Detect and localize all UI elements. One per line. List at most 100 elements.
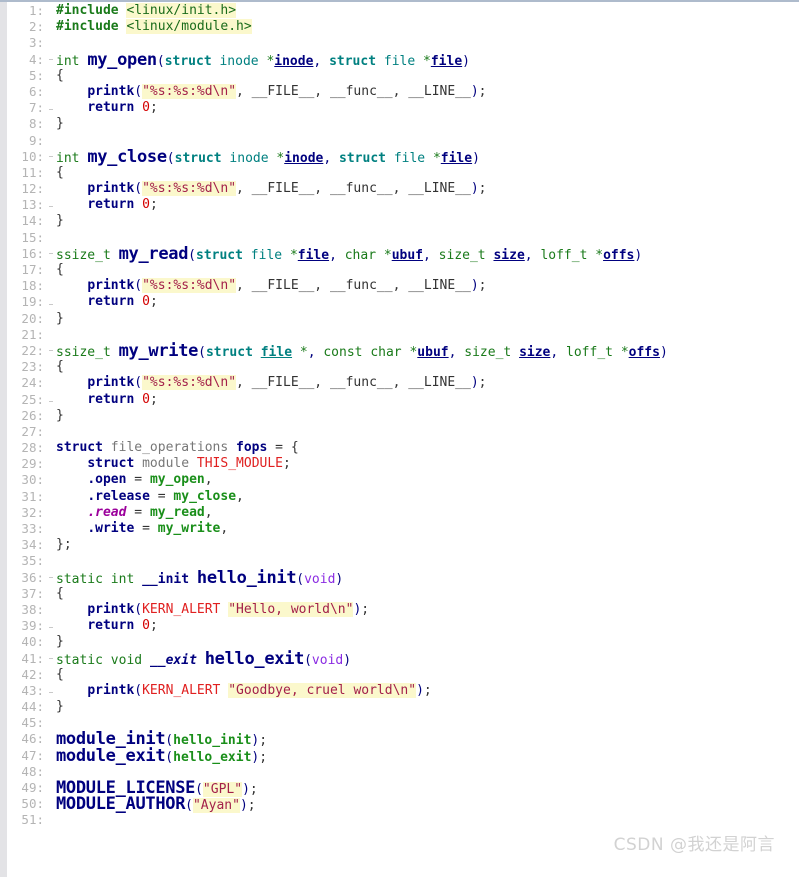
code-line[interactable]: 22: ssize_t my_write(struct file *, const…	[7, 342, 799, 360]
line-number: 48:	[21, 763, 44, 779]
code-line[interactable]: 28: struct file_operations fops = {	[7, 440, 799, 456]
code-line[interactable]: 31: .release = my_close,	[7, 489, 799, 505]
code-line[interactable]: 36: static int __init hello_init(void)	[7, 569, 799, 587]
code-line[interactable]: 38: printk(KERN_ALERT "Hello, world\n");	[7, 601, 799, 618]
token: )	[335, 571, 344, 587]
code-line[interactable]: 4: int my_open(struct inode *inode, struc…	[7, 51, 799, 69]
token: file	[383, 53, 416, 69]
code-line[interactable]: 27:	[7, 424, 799, 440]
code-line[interactable]: 32: .read = my_read,	[7, 505, 799, 521]
code-listing[interactable]: 1: #include <linux/init.h> 2: #include <lin…	[7, 2, 799, 877]
code-line[interactable]: 34:};	[7, 537, 799, 553]
code-line[interactable]: 14:}	[7, 206, 799, 229]
token: ;	[259, 749, 268, 765]
code-line[interactable]: 50: MODULE_AUTHOR("Ayan");	[7, 796, 799, 814]
line-number: 32:	[21, 504, 44, 520]
code-line[interactable]: 13: return 0;	[7, 197, 799, 213]
token: module	[142, 456, 190, 472]
line-number: 22:	[21, 342, 44, 358]
token: ;	[423, 682, 432, 698]
token: size_t	[464, 344, 512, 360]
token: {	[56, 666, 64, 682]
token: *	[595, 247, 604, 263]
code-line[interactable]: 19: return 0;	[7, 294, 799, 310]
line-number: 6:	[28, 83, 44, 99]
code-line[interactable]: 18: printk("%s:%s:%d\n", __FILE__, __fun…	[7, 278, 799, 294]
token: printk	[87, 375, 135, 391]
token: (	[165, 733, 174, 749]
token: *	[423, 53, 431, 69]
code-line[interactable]: 33: .write = my_write,	[7, 521, 799, 537]
code-line[interactable]: 6: printk("%s:%s:%d\n", __FILE__, __func…	[7, 83, 799, 100]
code-line[interactable]: 41: static void __exit hello_exit(void)	[7, 650, 799, 668]
code-line[interactable]: 51:	[7, 812, 799, 828]
code-text: {	[56, 68, 799, 84]
code-line[interactable]: 5: {	[7, 68, 799, 84]
code-line[interactable]: 12: printk("%s:%s:%d\n", __FILE__, __fun…	[7, 181, 799, 197]
token: "Ayan"	[192, 798, 240, 814]
token: return	[87, 197, 135, 213]
token: )	[470, 181, 479, 197]
token: )	[239, 798, 248, 814]
code-line[interactable]: 35:	[7, 553, 799, 569]
code-text: return 0;	[56, 197, 799, 213]
line-number: 9:	[28, 132, 44, 148]
code-line[interactable]: 25: return 0;	[7, 392, 799, 408]
token: void	[110, 652, 143, 668]
code-text: MODULE_AUTHOR("Ayan");	[56, 796, 799, 814]
code-line[interactable]: 42: {	[7, 667, 799, 683]
token: __init	[142, 571, 190, 587]
token: "Hello, world\n"	[228, 601, 354, 617]
code-line[interactable]: 1: #include <linux/init.h>	[7, 3, 799, 19]
code-line[interactable]: 2: #include <linux/module.h>	[7, 19, 799, 35]
line-number: 21:	[21, 326, 44, 342]
token: ;	[283, 456, 291, 472]
token: return	[87, 294, 135, 310]
token: ;	[478, 375, 487, 391]
code-line[interactable]: 24: printk("%s:%s:%d\n", __FILE__, __fun…	[7, 375, 799, 391]
code-line[interactable]: 39: return 0;	[7, 618, 799, 634]
token: struct	[56, 440, 103, 456]
token: )	[470, 83, 479, 99]
line-number: 51:	[21, 812, 44, 828]
code-line[interactable]: 23: {	[7, 359, 799, 375]
token: file	[250, 247, 283, 263]
code-text: struct module THIS_MODULE;	[56, 456, 799, 472]
code-line[interactable]: 20:}	[7, 303, 799, 327]
code-line[interactable]: 10: int my_close(struct inode *inode, str…	[7, 148, 799, 166]
code-line[interactable]: 30: .open = my_open,	[7, 472, 799, 488]
code-line[interactable]: 8:}	[7, 109, 799, 132]
token: {	[56, 262, 64, 277]
token: inode	[274, 53, 314, 69]
code-line[interactable]: 11: {	[7, 165, 799, 181]
line-number: 24:	[21, 375, 44, 391]
code-line[interactable]: 37: {	[7, 586, 799, 602]
code-line[interactable]: 26:}	[7, 400, 799, 424]
token: ,	[313, 53, 330, 69]
code-line[interactable]: 16: ssize_t my_read(struct file *file, ch…	[7, 245, 799, 263]
token: }	[56, 699, 64, 715]
code-line[interactable]: 17: {	[7, 262, 799, 278]
code-line[interactable]: 44:}	[7, 692, 799, 715]
code-line[interactable]: 47: module_exit(hello_exit);	[7, 747, 799, 765]
code-line[interactable]: 7: return 0;	[7, 100, 799, 116]
token: , __FILE__, __func__, __LINE__	[236, 375, 471, 391]
code-text: }	[56, 116, 799, 132]
code-line[interactable]: 43: printk(KERN_ALERT "Goodbye, cruel wo…	[7, 682, 799, 699]
token: .read	[87, 504, 127, 520]
line-number: 2:	[28, 19, 44, 35]
token: ;	[249, 782, 258, 797]
code-line[interactable]: 29: struct module THIS_MODULE;	[7, 456, 799, 472]
line-number: 14:	[21, 213, 44, 229]
code-line[interactable]: 40:}	[7, 627, 799, 650]
line-number: 29:	[21, 456, 44, 472]
line-number: 12:	[21, 181, 44, 197]
